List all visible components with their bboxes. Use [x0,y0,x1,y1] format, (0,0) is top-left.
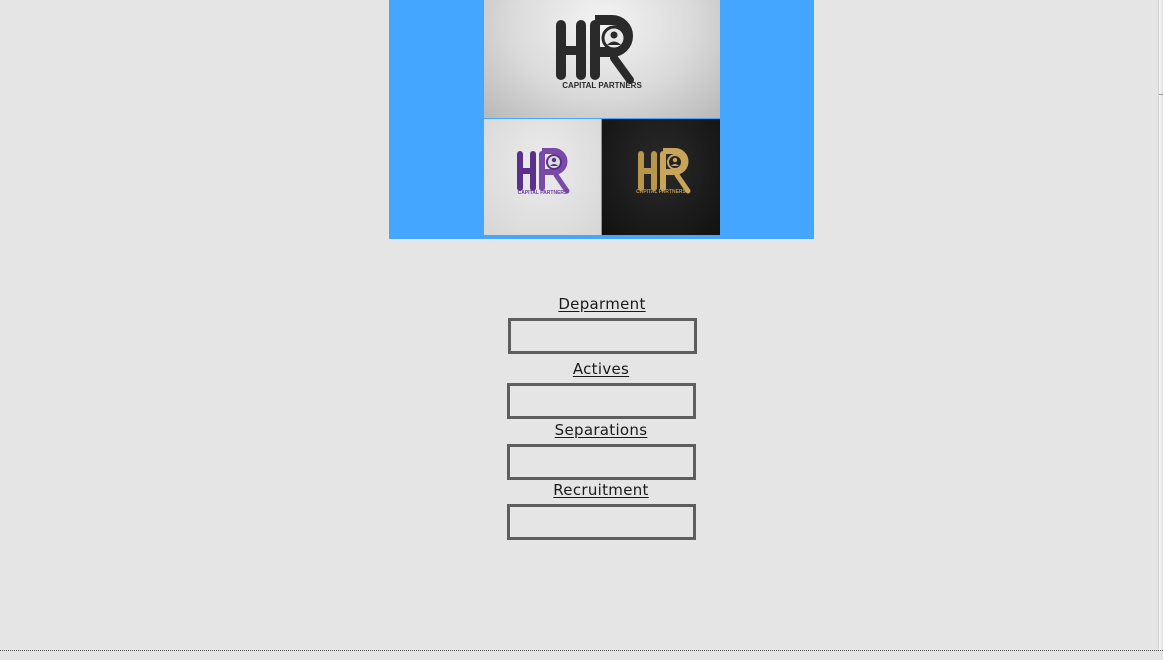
separations-label: Separations [554,421,648,439]
logo-tile-purple: CAPITAL PARTNERS [484,119,601,235]
logo-tagline-gold: CAPITAL PARTNERS [636,189,686,195]
right-edge-divider [1158,0,1161,650]
right-edge-tick [1159,94,1163,95]
logo-tile-main: CAPITAL PARTNERS [484,0,720,118]
hr-logo-image [556,15,634,84]
page: CAPITAL PARTNERS CAPITAL PARTNERS CAPITA… [0,0,1163,660]
separations-input[interactable] [507,444,696,480]
recruitment-input[interactable] [507,504,696,540]
recruitment-label: Recruitment [553,481,649,499]
logo-tagline-purple: CAPITAL PARTNERS [517,190,568,196]
logo-tile-gold: CAPITAL PARTNERS [602,119,720,235]
actives-label: Actives [572,360,630,378]
bottom-dotted-divider [0,650,1163,651]
actives-input[interactable] [507,383,696,419]
logo-tagline: CAPITAL PARTNERS [562,81,642,90]
hr-logo-purple-image [517,148,570,194]
hr-logo-gold-image [638,148,691,194]
department-input[interactable] [508,318,697,354]
department-label: Deparment [558,295,646,313]
